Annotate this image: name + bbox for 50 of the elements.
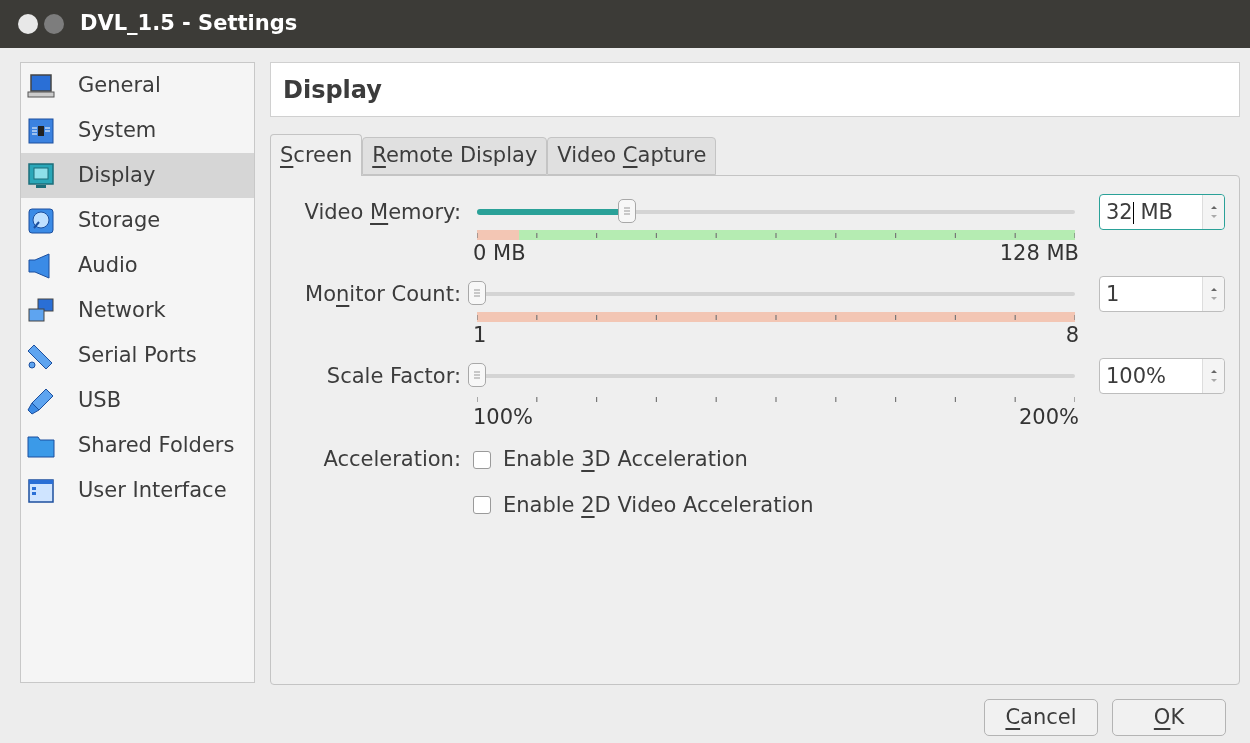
max-label: 128 MB bbox=[999, 240, 1079, 266]
grip-icon bbox=[473, 289, 481, 297]
checkbox[interactable] bbox=[473, 496, 491, 515]
spin-arrows-icon[interactable] bbox=[1209, 367, 1218, 385]
checkbox-option[interactable]: Enable 3D Acceleration bbox=[473, 444, 748, 476]
sidebar-item[interactable]: Display bbox=[21, 153, 254, 198]
spin-box[interactable]: 32 MB bbox=[1099, 194, 1225, 230]
spin-arrows-icon[interactable] bbox=[1209, 285, 1218, 303]
tab[interactable]: Screen bbox=[270, 134, 363, 176]
sidebar-item[interactable]: Shared Folders bbox=[21, 423, 254, 468]
sidebar-item[interactable]: Storage bbox=[21, 198, 254, 243]
slider-thumb[interactable] bbox=[468, 281, 486, 305]
window-title: DVL_1.5 - Settings bbox=[80, 10, 298, 38]
grip-icon bbox=[622, 207, 631, 215]
sidebar-item[interactable]: Audio bbox=[21, 243, 254, 288]
spin-box[interactable]: 100% bbox=[1099, 358, 1225, 394]
slider-thumb[interactable] bbox=[617, 199, 636, 223]
spin-value: 100% bbox=[1105, 363, 1168, 390]
spin-value: 1 bbox=[1105, 281, 1121, 308]
close-icon[interactable] bbox=[18, 14, 38, 34]
monitor-icon bbox=[26, 160, 56, 191]
min-label: 0 MB bbox=[473, 240, 526, 266]
dialog-button[interactable]: Cancel bbox=[984, 699, 1098, 736]
grip-icon bbox=[473, 371, 481, 379]
min-label: 100% bbox=[473, 404, 534, 430]
chip-icon bbox=[26, 115, 56, 146]
spin-arrows-icon[interactable] bbox=[1209, 203, 1218, 221]
checkbox[interactable] bbox=[473, 450, 491, 469]
sidebar-item[interactable]: User Interface bbox=[21, 468, 254, 513]
spin-value: 32 MB bbox=[1105, 199, 1174, 226]
checkbox-option[interactable]: Enable 2D Video Acceleration bbox=[473, 489, 814, 521]
sidebar-item[interactable]: USB bbox=[21, 378, 254, 423]
sidebar-item[interactable]: System bbox=[21, 108, 254, 153]
dialog-button[interactable]: OK bbox=[1112, 699, 1226, 736]
field-label: Monitor Count: bbox=[304, 281, 461, 308]
field-label: Video Memory: bbox=[303, 199, 461, 226]
slider-thumb[interactable] bbox=[468, 363, 486, 387]
tab[interactable]: Video Capture bbox=[547, 137, 717, 175]
spin-box[interactable]: 1 bbox=[1099, 276, 1225, 312]
sidebar-item[interactable]: Serial Ports bbox=[21, 333, 254, 378]
field-label: Scale Factor: bbox=[325, 363, 461, 390]
max-label: 8 bbox=[1065, 322, 1079, 348]
tab[interactable]: Remote Display bbox=[362, 137, 548, 175]
min-label: 1 bbox=[473, 322, 487, 348]
sidebar-item[interactable]: Network bbox=[21, 288, 254, 333]
field-label: Acceleration: bbox=[323, 447, 461, 471]
max-label: 200% bbox=[1018, 404, 1079, 430]
page-title: Display bbox=[283, 74, 382, 106]
sidebar-item[interactable]: General bbox=[21, 63, 254, 108]
minimize-icon[interactable] bbox=[44, 14, 64, 34]
